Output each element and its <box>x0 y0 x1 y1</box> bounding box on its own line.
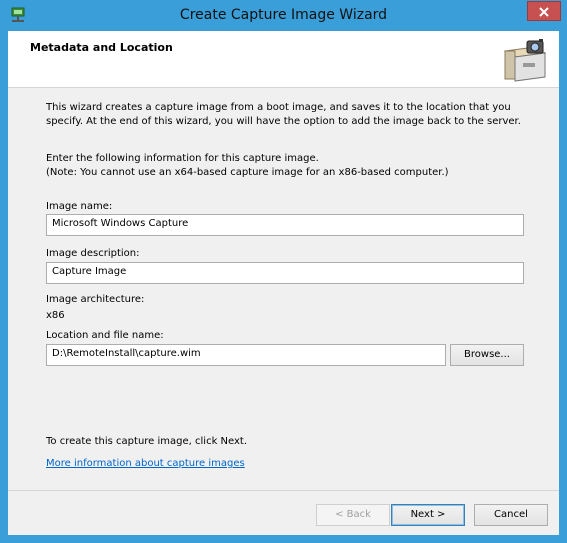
instruction-line: Enter the following information for this… <box>46 153 319 164</box>
location-input[interactable]: D:\RemoteInstall\capture.wim <box>46 344 446 366</box>
back-button[interactable]: < Back <box>316 504 390 526</box>
instruction-text: Enter the following information for this… <box>46 152 526 180</box>
wizard-client-area: Metadata and Location This wizard create… <box>8 31 559 535</box>
image-architecture-label: Image architecture: <box>46 294 145 305</box>
browse-button[interactable]: Browse... <box>450 344 524 366</box>
wizard-window: Create Capture Image Wizard Metadata and… <box>0 0 567 543</box>
next-hint-text: To create this capture image, click Next… <box>46 436 248 447</box>
title-bar[interactable]: Create Capture Image Wizard <box>0 0 567 31</box>
footer-divider <box>8 490 559 491</box>
instruction-note: (Note: You cannot use an x64-based captu… <box>46 167 449 178</box>
image-description-label: Image description: <box>46 248 140 259</box>
image-name-input[interactable]: Microsoft Windows Capture <box>46 214 524 236</box>
image-name-label: Image name: <box>46 201 113 212</box>
image-architecture-value: x86 <box>46 310 65 321</box>
close-button[interactable] <box>527 1 561 21</box>
location-label: Location and file name: <box>46 330 164 341</box>
image-description-input[interactable]: Capture Image <box>46 262 524 284</box>
page-title: Metadata and Location <box>30 41 173 54</box>
wizard-header: Metadata and Location <box>8 31 559 88</box>
file-cabinet-camera-icon <box>501 37 549 83</box>
cancel-button[interactable]: Cancel <box>474 504 548 526</box>
window-title: Create Capture Image Wizard <box>179 7 388 23</box>
close-icon <box>539 2 549 21</box>
intro-text: This wizard creates a capture image from… <box>46 102 521 127</box>
more-info-link[interactable]: More information about capture images <box>46 458 245 469</box>
next-button[interactable]: Next > <box>391 504 465 526</box>
